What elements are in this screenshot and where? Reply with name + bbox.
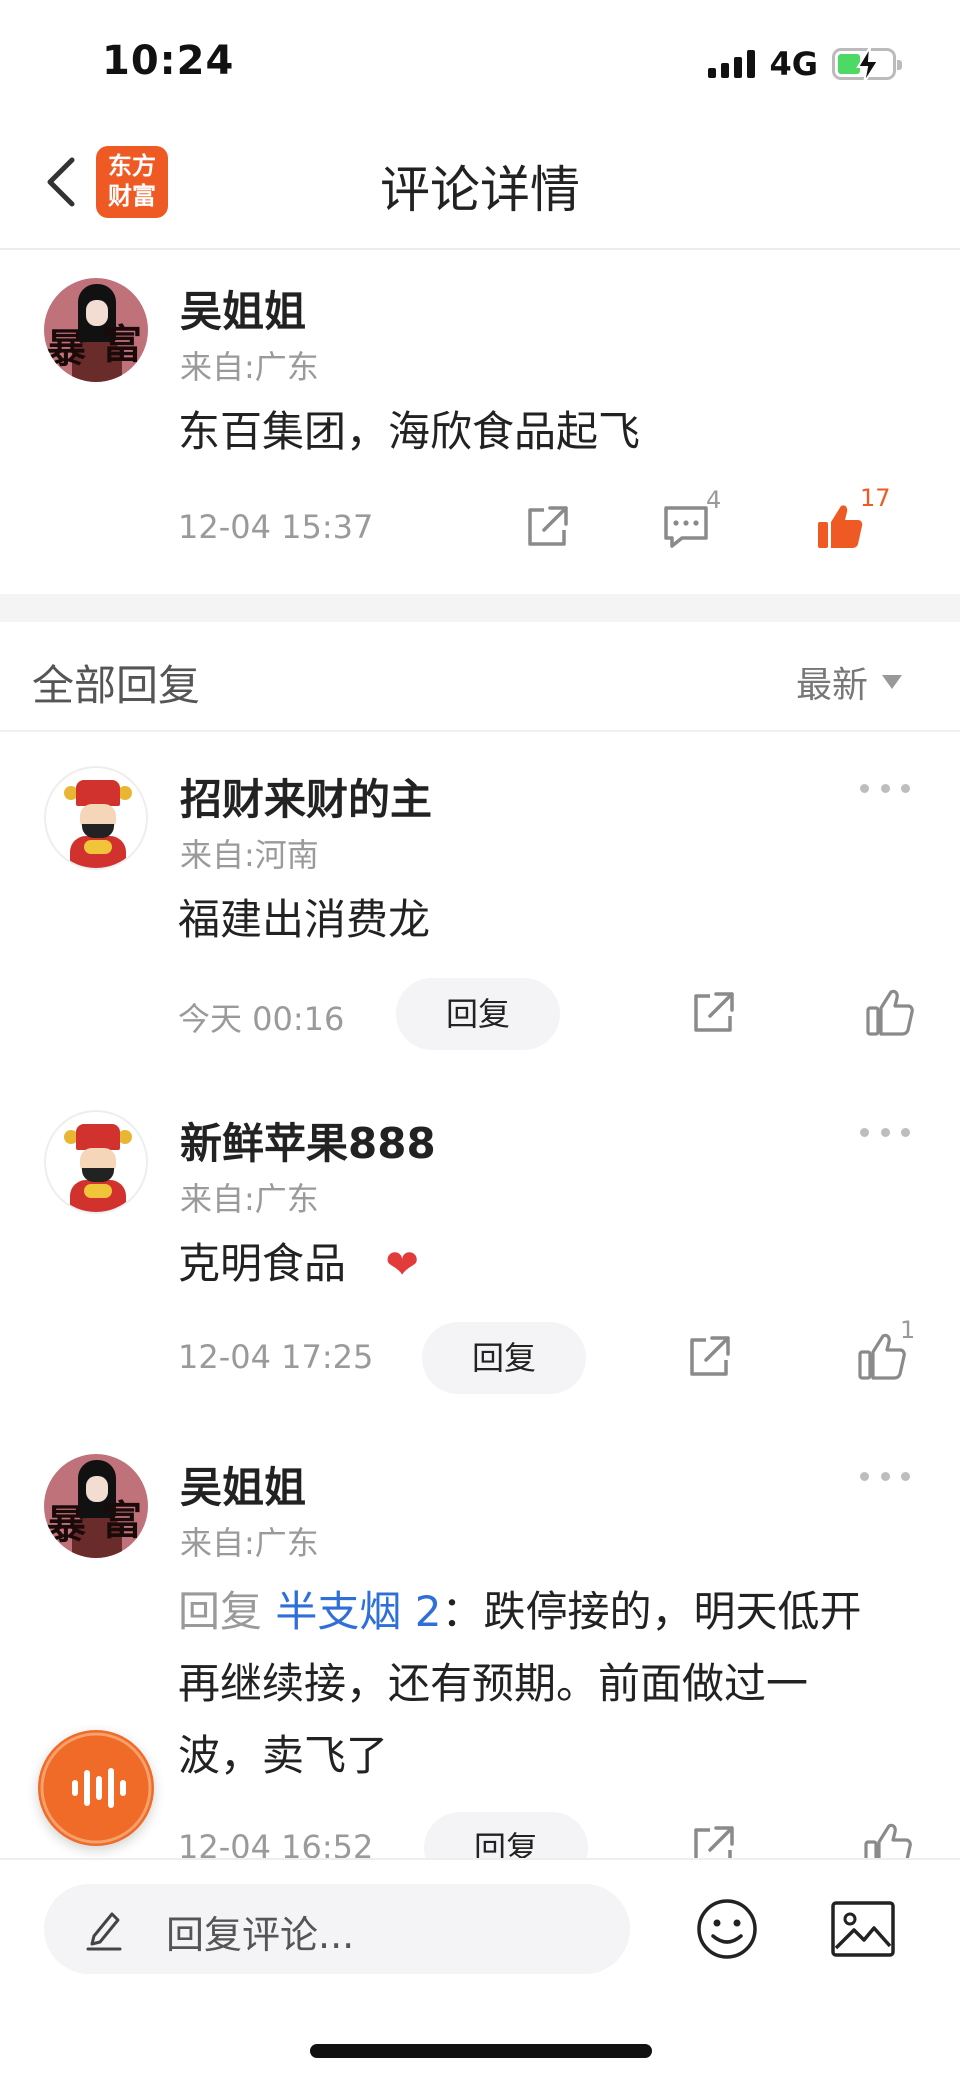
comment-time: 12-04 15:37	[178, 508, 374, 546]
reply-content: 克明食品 ❤	[178, 1228, 419, 1301]
status-indicators: 4G	[708, 44, 902, 84]
reply-button[interactable]: 回复	[396, 978, 560, 1050]
reply-text-line: 再继续接，还有预期。前面做过一	[178, 1659, 809, 1708]
more-options-icon[interactable]	[860, 784, 910, 798]
reply-text: 克明食品	[178, 1239, 347, 1288]
status-bar: 10:24 4G	[0, 0, 960, 120]
user-location: 来自:广东	[180, 1524, 319, 1562]
sort-label: 最新	[795, 665, 868, 706]
like-count: 1	[900, 1316, 916, 1344]
pencil-icon	[86, 1912, 122, 1951]
thumbs-up-filled-icon[interactable]	[814, 500, 866, 552]
comment-icon[interactable]	[660, 502, 712, 552]
reply-target-link[interactable]: 半支烟 2	[275, 1587, 441, 1636]
thumbs-up-icon[interactable]	[864, 986, 916, 1038]
voice-input-button[interactable]	[38, 1730, 154, 1846]
share-icon[interactable]	[684, 1332, 734, 1382]
replies-title: 全部回复	[32, 661, 201, 710]
heart-emoji: ❤	[385, 1242, 419, 1288]
avatar[interactable]	[44, 766, 148, 870]
comment-count: 4	[706, 486, 722, 514]
sort-dropdown[interactable]: 最新	[796, 656, 902, 708]
section-divider	[0, 594, 960, 622]
battery-icon	[832, 46, 902, 84]
page-title: 评论详情	[380, 161, 580, 219]
reply-text-line: ：跌停接的，明天低开	[441, 1587, 862, 1636]
username[interactable]: 新鲜苹果888	[180, 1110, 436, 1171]
username[interactable]: 吴姐姐	[180, 278, 306, 339]
reply-content: 福建出消费龙	[178, 895, 431, 944]
share-icon[interactable]	[522, 502, 572, 552]
more-options-icon[interactable]	[860, 1128, 910, 1142]
avatar[interactable]: 暴 富	[44, 278, 148, 382]
reply-time: 12-04 17:25	[178, 1338, 374, 1376]
home-indicator	[310, 2044, 652, 2058]
replies-header: 全部回复 最新	[0, 622, 960, 732]
comment-content: 东百集团，海欣食品起飞	[178, 407, 641, 456]
username[interactable]: 吴姐姐	[180, 1454, 306, 1515]
more-options-icon[interactable]	[860, 1472, 910, 1486]
reply-time: 今天 00:16	[178, 1000, 345, 1038]
emoji-icon[interactable]	[694, 1896, 760, 1962]
network-type: 4G	[769, 45, 818, 83]
like-count: 17	[860, 484, 891, 512]
signal-icon	[708, 50, 756, 78]
user-location: 来自:河南	[180, 836, 319, 874]
username[interactable]: 招财来财的主	[180, 766, 432, 827]
reply-button[interactable]: 回复	[422, 1322, 586, 1394]
input-placeholder: 回复评论...	[166, 1913, 355, 1957]
bottom-input-bar: 回复评论...	[0, 1858, 960, 2079]
avatar[interactable]: 暴 富	[44, 1454, 148, 1558]
user-location: 来自:广东	[180, 348, 319, 386]
audio-waveform-icon	[40, 1732, 152, 1844]
reply-content: 回复 半支烟 2：跌停接的，明天低开 再继续接，还有预期。前面做过一 波，卖飞了	[178, 1576, 918, 1792]
reply-prefix: 回复	[178, 1587, 263, 1636]
nav-bar: 东方 财富 评论详情	[0, 120, 960, 250]
reply-comment-input[interactable]: 回复评论...	[44, 1884, 630, 1974]
image-icon[interactable]	[830, 1900, 896, 1958]
status-time: 10:24	[102, 38, 235, 84]
caret-down-icon	[882, 675, 902, 689]
user-location: 来自:广东	[180, 1180, 319, 1218]
original-comment: 暴 富 吴姐姐 来自:广东 东百集团，海欣食品起飞 12-04 15:37 4 …	[0, 252, 960, 592]
reply-text-line: 波，卖飞了	[178, 1731, 389, 1780]
share-icon[interactable]	[688, 988, 738, 1038]
avatar[interactable]	[44, 1110, 148, 1214]
